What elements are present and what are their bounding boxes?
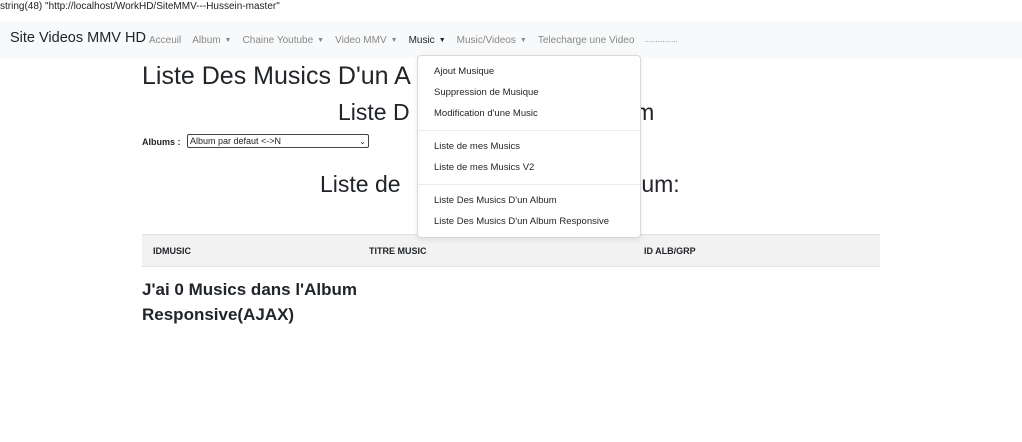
album-select[interactable]: Album par defaut <->N ⌄ xyxy=(187,134,369,148)
dropdown-item-musics-album[interactable]: Liste Des Musics D'un Album xyxy=(434,195,557,206)
dropdown-item-liste-musics[interactable]: Liste de mes Musics xyxy=(434,141,520,152)
nav-item-acceuil[interactable]: Acceuil xyxy=(149,35,181,46)
dropdown-divider xyxy=(418,130,640,131)
col-titre-music[interactable]: TITRE MUSIC xyxy=(358,234,633,267)
nav-label: Chaine Youtube xyxy=(242,35,314,46)
table-header-row: IDMUSIC TITRE MUSIC ID ALB/GRP xyxy=(142,234,880,267)
chevron-down-icon: ⌄ xyxy=(359,136,366,146)
subtitle-left: Liste D xyxy=(338,99,410,125)
debug-output: string(48) "http://localhost/WorkHD/Site… xyxy=(0,1,280,12)
music-table: IDMUSIC TITRE MUSIC ID ALB/GRP xyxy=(142,234,880,267)
nav-item-telecharge-video[interactable]: Telecharge une Video xyxy=(538,35,635,46)
dropdown-item-liste-musics-v2[interactable]: Liste de mes Musics V2 xyxy=(434,162,534,173)
nav-label: Video MMV xyxy=(335,35,387,46)
col-id-alb-grp[interactable]: ID ALB/GRP xyxy=(633,234,880,267)
dropdown-divider xyxy=(418,184,640,185)
nav-item-music[interactable]: Music ▼ xyxy=(409,35,446,46)
count-line-1: J'ai 0 Musics dans l'Album xyxy=(142,280,357,299)
caret-down-icon: ▼ xyxy=(317,37,325,44)
music-count-text: J'ai 0 Musics dans l'Album Responsive(AJ… xyxy=(142,277,357,327)
nav-item-chaine-youtube[interactable]: Chaine Youtube ▼ xyxy=(243,35,325,46)
navbar-menu: Acceuil Album ▼ Chaine Youtube ▼ Video MMV… xyxy=(149,35,678,46)
navbar-brand[interactable]: Site Videos MMV HD xyxy=(10,30,146,46)
nav-label: Album xyxy=(192,35,221,46)
nav-label: Music/Videos xyxy=(456,35,516,46)
nav-label: Telecharge une Video xyxy=(537,35,635,46)
caret-down-icon: ▼ xyxy=(438,37,446,44)
dropdown-item-suppression-musique[interactable]: Suppression de Musique xyxy=(434,87,539,98)
dropdown-item-modification-music[interactable]: Modification d'une Music xyxy=(434,108,538,119)
music-dropdown-menu: Ajout Musique Suppression de Musique Mod… xyxy=(417,55,641,238)
nav-trailing-dots: ............... xyxy=(644,35,678,44)
navbar: Site Videos MMV HD Acceuil Album ▼ Chaine… xyxy=(0,22,1022,58)
dropdown-item-ajout-musique[interactable]: Ajout Musique xyxy=(434,66,494,77)
albums-label: Albums : xyxy=(142,137,181,147)
nav-item-video-mmv[interactable]: Video MMV ▼ xyxy=(335,35,397,46)
caret-down-icon: ▼ xyxy=(390,37,398,44)
nav-item-music-videos[interactable]: Music/Videos ▼ xyxy=(457,35,527,46)
nav-item-album[interactable]: Album ▼ xyxy=(192,35,231,46)
nav-label: Music xyxy=(408,35,435,46)
list-heading-left: Liste de xyxy=(320,171,401,197)
page-title: Liste Des Musics D'un A xyxy=(142,62,411,90)
col-idmusic[interactable]: IDMUSIC xyxy=(142,234,358,267)
dropdown-item-musics-album-responsive[interactable]: Liste Des Musics D'un Album Responsive xyxy=(434,216,609,227)
album-select-value: Album par defaut <->N xyxy=(190,136,282,146)
caret-down-icon: ▼ xyxy=(224,37,232,44)
nav-label: Acceuil xyxy=(149,35,182,46)
caret-down-icon: ▼ xyxy=(519,37,527,44)
count-line-2: Responsive(AJAX) xyxy=(142,305,295,324)
